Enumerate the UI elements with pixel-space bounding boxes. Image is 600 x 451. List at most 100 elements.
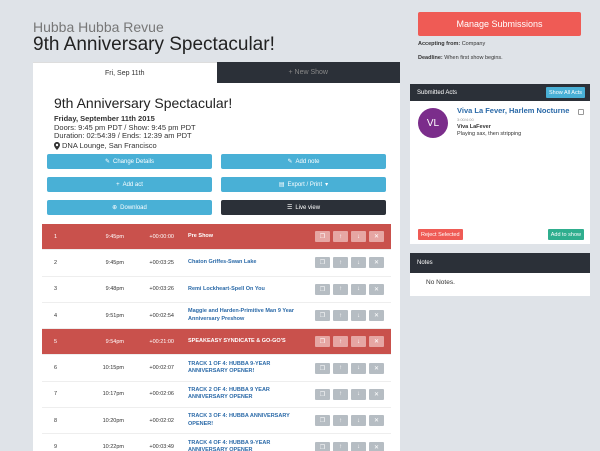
arrow-down-icon[interactable]: ↓ [351, 388, 366, 400]
delete-icon[interactable]: ✕ [369, 283, 384, 295]
org-name: Hubba Hubba Revue [33, 19, 164, 35]
reject-selected-button[interactable]: Reject Selected [418, 229, 463, 240]
change-details-button[interactable]: ✎ Change Details [47, 154, 212, 169]
deadline: Deadline: When first show begins. [418, 55, 503, 61]
arrow-down-icon[interactable]: ↓ [351, 310, 366, 322]
arrow-down-icon[interactable]: ↓ [351, 283, 366, 295]
table-row[interactable]: 9 10:22pm +00:03:49 TRACK 4 OF 4: HUBBA … [42, 434, 391, 451]
arrow-up-icon[interactable]: ↑ [333, 415, 348, 427]
row-act[interactable]: TRACK 4 OF 4: HUBBA 9-YEAR ANNIVERSARY O… [178, 440, 303, 451]
pencil-icon: ✎ [104, 159, 110, 165]
row-act[interactable]: Chaton Griffes-Swan Lake [178, 259, 303, 266]
row-time: 10:17pm [102, 391, 124, 398]
arrow-down-icon[interactable]: ↓ [351, 415, 366, 427]
table-row[interactable]: 8 10:20pm +00:02:02 TRACK 3 OF 4: HUBBA … [42, 408, 391, 435]
row-number: 6 [54, 365, 58, 372]
download-icon: ⊕ [112, 205, 118, 211]
add-to-show-button[interactable]: Add to show [547, 229, 584, 240]
act-description: Playing sax, then stripping [457, 131, 522, 137]
copy-icon[interactable]: ❐ [315, 336, 330, 348]
copy-icon[interactable]: ❐ [315, 283, 330, 295]
schedule-table: 1 9:45pm +00:00:00 Pre Show ❐ ↑ ↓ ✕ 2 9:… [42, 224, 391, 451]
tab-fri-sep-11[interactable]: Fri, Sep 11th [33, 62, 217, 83]
list-icon: ☰ [286, 205, 293, 211]
row-time: 9:51pm [105, 312, 124, 319]
accepting-from-value: Company [461, 41, 486, 47]
pencil-icon: ✎ [287, 159, 293, 165]
row-act[interactable]: Pre Show [178, 233, 303, 240]
row-act[interactable]: Maggie and Harden-Primitive Man 9 Year A… [178, 308, 303, 323]
row-act[interactable]: TRACK 1 OF 4: HUBBA 9-YEAR ANNIVERSARY O… [178, 361, 303, 376]
delete-icon[interactable]: ✕ [369, 441, 384, 451]
arrow-up-icon[interactable]: ↑ [333, 231, 348, 243]
deadline-value: When first show begins. [444, 55, 503, 61]
export-print-button[interactable]: ▤ Export / Print ▾ [221, 177, 386, 192]
row-number: 9 [54, 444, 58, 451]
row-time: 9:48pm [105, 286, 124, 293]
add-note-label: Add note [295, 158, 320, 165]
row-actions: ❐ ↑ ↓ ✕ [315, 231, 384, 243]
live-view-label: Live view [295, 204, 321, 211]
accepting-from-key: Accepting from: [418, 41, 461, 47]
row-offset: +00:03:25 [149, 259, 174, 266]
table-row[interactable]: 3 9:48pm +00:03:26 Remi Lockheart-Spell … [42, 277, 391, 303]
copy-icon[interactable]: ❐ [315, 310, 330, 322]
table-row[interactable]: 2 9:45pm +00:03:25 Chaton Griffes-Swan L… [42, 250, 391, 277]
arrow-down-icon[interactable]: ↓ [351, 362, 366, 374]
arrow-down-icon[interactable]: ↓ [351, 336, 366, 348]
arrow-up-icon[interactable]: ↑ [333, 283, 348, 295]
show-all-acts-button[interactable]: Show All Acts [545, 87, 585, 98]
row-act[interactable]: Remi Lockheart-Spell On You [178, 286, 303, 293]
live-view-button[interactable]: ☰ Live view [221, 200, 386, 215]
caret-down-icon: ▾ [325, 182, 329, 188]
arrow-down-icon[interactable]: ↓ [351, 441, 366, 451]
row-offset: +00:02:02 [149, 417, 174, 424]
row-number: 2 [54, 259, 58, 266]
delete-icon[interactable]: ✕ [369, 257, 384, 269]
table-row[interactable]: 6 10:15pm +00:02:07 TRACK 1 OF 4: HUBBA … [42, 355, 391, 382]
add-act-button[interactable]: + Add act [47, 177, 212, 192]
download-button[interactable]: ⊕ Download [47, 200, 212, 215]
copy-icon[interactable]: ❐ [315, 415, 330, 427]
row-offset: +00:21:00 [149, 338, 174, 345]
table-row[interactable]: 7 10:17pm +00:02:06 TRACK 2 OF 4: HUBBA … [42, 382, 391, 409]
arrow-up-icon[interactable]: ↑ [333, 257, 348, 269]
show-tabs: Fri, Sep 11th + New Show [33, 62, 400, 83]
submitted-acts-title: Submitted Acts [417, 89, 458, 96]
copy-icon[interactable]: ❐ [315, 231, 330, 243]
copy-icon[interactable]: ❐ [315, 362, 330, 374]
row-act[interactable]: SPEAKEASY SYNDICATE & GO-GO'S [178, 338, 303, 345]
row-act[interactable]: TRACK 2 OF 4: HUBBA 9 YEAR ANNIVERSARY O… [178, 387, 303, 402]
arrow-down-icon[interactable]: ↓ [351, 231, 366, 243]
tab-new-show[interactable]: + New Show [216, 62, 400, 83]
download-label: Download [120, 204, 147, 211]
delete-icon[interactable]: ✕ [369, 231, 384, 243]
arrow-up-icon[interactable]: ↑ [333, 336, 348, 348]
delete-icon[interactable]: ✕ [369, 362, 384, 374]
delete-icon[interactable]: ✕ [369, 415, 384, 427]
table-row[interactable]: 5 9:54pm +00:21:00 SPEAKEASY SYNDICATE &… [42, 329, 391, 356]
arrow-down-icon[interactable]: ↓ [351, 257, 366, 269]
table-row[interactable]: 4 9:51pm +00:02:54 Maggie and Harden-Pri… [42, 303, 391, 330]
copy-icon[interactable]: ❐ [315, 257, 330, 269]
act-name-link[interactable]: Viva La Fever, Harlem Nocturne [457, 106, 569, 115]
table-row[interactable]: 1 9:45pm +00:00:00 Pre Show ❐ ↑ ↓ ✕ [42, 224, 391, 251]
add-act-label: Add act [122, 181, 143, 188]
manage-submissions-button[interactable]: Manage Submissions [418, 12, 581, 36]
act-select-checkbox[interactable] [578, 109, 584, 115]
row-actions: ❐ ↑ ↓ ✕ [315, 283, 384, 295]
arrow-up-icon[interactable]: ↑ [333, 310, 348, 322]
delete-icon[interactable]: ✕ [369, 310, 384, 322]
row-offset: +00:02:06 [149, 391, 174, 398]
row-actions: ❐ ↑ ↓ ✕ [315, 362, 384, 374]
copy-icon[interactable]: ❐ [315, 388, 330, 400]
act-performer: Viva LaFever [457, 124, 491, 130]
arrow-up-icon[interactable]: ↑ [333, 362, 348, 374]
arrow-up-icon[interactable]: ↑ [333, 441, 348, 451]
copy-icon[interactable]: ❐ [315, 441, 330, 451]
row-act[interactable]: TRACK 3 OF 4: HUBBA ANNIVERSARY OPENER! [178, 413, 303, 428]
add-note-button[interactable]: ✎ Add note [221, 154, 386, 169]
delete-icon[interactable]: ✕ [369, 388, 384, 400]
arrow-up-icon[interactable]: ↑ [333, 388, 348, 400]
delete-icon[interactable]: ✕ [369, 336, 384, 348]
